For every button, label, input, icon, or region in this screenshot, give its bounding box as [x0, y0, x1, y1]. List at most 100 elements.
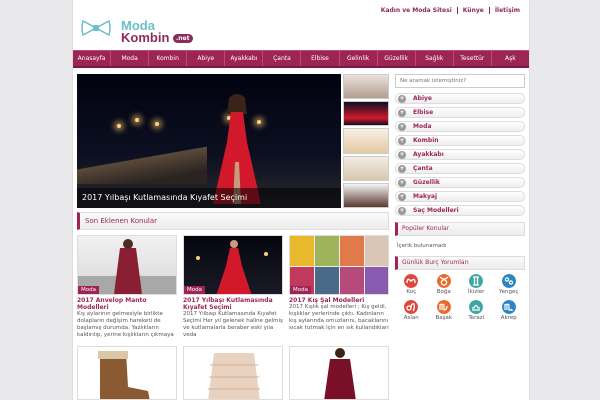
- post-tag[interactable]: Moda: [184, 286, 205, 294]
- category-label: Çanta: [413, 165, 433, 172]
- post-card[interactable]: Moda 2017 Kış Şal Modelleri 2017 Kışlık …: [289, 235, 389, 339]
- virgo-icon: [436, 300, 451, 314]
- sign-item[interactable]: Yengeç: [493, 274, 526, 300]
- cancer-icon: [501, 274, 516, 288]
- post-tag[interactable]: Moda: [290, 286, 311, 294]
- dress-illustration: [324, 348, 356, 399]
- category-label: Abiye: [413, 95, 432, 102]
- post-card[interactable]: Moda 2017 Anvelop Manto Modelleri Kış ay…: [77, 235, 177, 339]
- sign-item[interactable]: Başak: [428, 300, 461, 326]
- sign-item[interactable]: Terazi: [460, 300, 493, 326]
- nav-kombin[interactable]: Kombin: [149, 51, 188, 66]
- search-input[interactable]: [395, 74, 525, 88]
- site-logo[interactable]: Moda Kombin .net: [81, 14, 193, 46]
- sign-name: Boğa: [436, 289, 451, 295]
- plus-icon: +: [398, 136, 406, 145]
- popular-title: Popüler Konular: [395, 222, 525, 236]
- header: Moda Kombin .net Kadın ve Moda Sitesi Kü…: [73, 0, 529, 48]
- category-label: Güzellik: [413, 179, 440, 186]
- post-card[interactable]: Moda 2017 Yılbaşı Kutlamasında Kıyafet S…: [183, 235, 283, 339]
- sign-item[interactable]: Aslan: [395, 300, 428, 326]
- sign-item[interactable]: Koç: [395, 274, 428, 300]
- nav-guzellik[interactable]: Güzellik: [378, 51, 416, 66]
- slider-thumb[interactable]: [343, 74, 389, 100]
- nav-tesettur[interactable]: Tesettür: [454, 51, 492, 66]
- plus-icon: +: [398, 178, 406, 187]
- slider-bridge-decor: [77, 144, 207, 184]
- category-item[interactable]: + Ayakkabı: [395, 149, 525, 160]
- sign-name: Aslan: [403, 315, 419, 321]
- libra-icon: [469, 300, 484, 314]
- sign-name: Koç: [406, 289, 417, 295]
- featured-slider[interactable]: 2017 Yılbaşı Kutlamasında Kıyafet Seçimi: [77, 74, 341, 208]
- sign-item[interactable]: Akrep: [493, 300, 526, 326]
- sign-item[interactable]: Boğa: [428, 274, 461, 300]
- post-image[interactable]: Moda: [183, 235, 283, 295]
- post-image[interactable]: [183, 346, 283, 400]
- boots-illustration: [98, 351, 150, 399]
- leo-icon: [404, 300, 419, 314]
- nav-ayakkabi[interactable]: Ayakkabı: [225, 51, 264, 66]
- slider-thumb[interactable]: [343, 101, 389, 127]
- toplink-iletisim[interactable]: İletişim: [488, 7, 525, 14]
- latest-posts: Moda 2017 Anvelop Manto Modelleri Kış ay…: [77, 235, 389, 339]
- category-item[interactable]: + Güzellik: [395, 177, 525, 188]
- latest-section-title: Son Eklenen Konular: [77, 212, 389, 230]
- post-excerpt: 2017 Kışlık şal modelleri ; Kış geldi, k…: [289, 304, 389, 331]
- category-item[interactable]: + Makyaj: [395, 191, 525, 202]
- sign-item[interactable]: İkizler: [460, 274, 493, 300]
- plus-icon: +: [398, 164, 406, 173]
- slider-thumb[interactable]: [343, 182, 389, 209]
- category-item[interactable]: + Kombin: [395, 135, 525, 146]
- nav-abiye[interactable]: Abiye: [187, 51, 226, 66]
- page: Moda Kombin .net Kadın ve Moda Sitesi Kü…: [72, 0, 530, 400]
- nav-saglik[interactable]: Sağlık: [416, 51, 454, 66]
- post-excerpt: 2017 Yılbaşı Kutlamasında Kıyafet Seçimi…: [183, 311, 283, 338]
- plus-icon: +: [398, 122, 406, 131]
- scorpio-icon: [501, 300, 516, 314]
- slider-thumb[interactable]: [343, 155, 389, 181]
- logo-net-badge: .net: [173, 34, 193, 43]
- plus-icon: +: [398, 206, 406, 215]
- post-image[interactable]: Moda: [289, 235, 389, 295]
- category-item[interactable]: + Elbise: [395, 107, 525, 118]
- nav-canta[interactable]: Çanta: [263, 51, 302, 66]
- gemini-icon: [469, 274, 484, 288]
- category-list: + Abiye + Elbise + Moda + Kombin + Ayakkabı +…: [395, 93, 525, 216]
- nav-anasayfa[interactable]: Anasayfa: [73, 51, 112, 66]
- sign-name: Akrep: [500, 315, 517, 321]
- category-item[interactable]: + Çanta: [395, 163, 525, 174]
- post-title[interactable]: 2017 Anvelop Manto Modelleri: [77, 297, 177, 311]
- top-links: Kadın ve Moda Sitesi Künye İletişim: [376, 7, 525, 14]
- nav-moda[interactable]: Moda: [111, 51, 150, 66]
- post-image[interactable]: Moda: [77, 235, 177, 295]
- sign-name: Terazi: [468, 315, 485, 321]
- toplink-site[interactable]: Kadın ve Moda Sitesi: [376, 7, 457, 14]
- category-label: Moda: [413, 123, 432, 130]
- post-image[interactable]: [77, 346, 177, 400]
- slider-thumbnails: [343, 74, 389, 209]
- category-item[interactable]: + Abiye: [395, 93, 525, 104]
- nav-elbise[interactable]: Elbise: [301, 51, 340, 66]
- horoscope-title: Günlük Burç Yorumları: [395, 256, 525, 270]
- aries-icon: [404, 274, 419, 288]
- category-item[interactable]: + Saç Modelleri: [395, 205, 525, 216]
- post-title[interactable]: 2017 Yılbaşı Kutlamasında Kıyafet Seçimi: [183, 297, 283, 311]
- category-label: Makyaj: [413, 193, 438, 200]
- post-title[interactable]: 2017 Kış Şal Modelleri: [289, 297, 389, 304]
- slider-caption[interactable]: 2017 Yılbaşı Kutlamasında Kıyafet Seçimi: [77, 188, 341, 208]
- sign-name: İkizler: [468, 289, 485, 295]
- post-image[interactable]: [289, 346, 389, 400]
- post-tag[interactable]: Moda: [78, 286, 99, 294]
- puffer-jacket-illustration: [208, 353, 260, 399]
- nav-ask[interactable]: Aşk: [492, 51, 529, 66]
- nav-gelinlik[interactable]: Gelinlik: [340, 51, 378, 66]
- plus-icon: +: [398, 94, 406, 103]
- latest-posts-row2: [77, 346, 389, 400]
- bow-tie-icon: [81, 20, 111, 36]
- slider-thumb[interactable]: [343, 128, 389, 154]
- toplink-kunye[interactable]: Künye: [456, 7, 489, 14]
- post-excerpt: Kış aylarının gelmesiyle birlikte dolapl…: [77, 311, 174, 338]
- category-label: Kombin: [413, 137, 439, 144]
- category-item[interactable]: + Moda: [395, 121, 525, 132]
